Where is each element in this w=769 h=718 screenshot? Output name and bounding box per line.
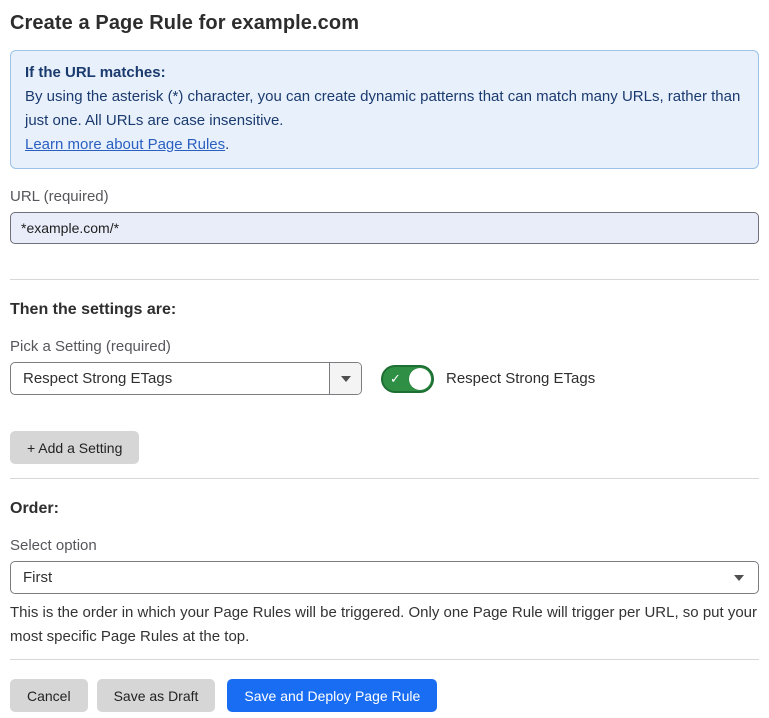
- setting-picker-row: Respect Strong ETags ✓ Respect Strong ET…: [10, 362, 759, 395]
- divider-2: [10, 478, 759, 479]
- order-select-label: Select option: [10, 537, 759, 554]
- save-draft-button[interactable]: Save as Draft: [97, 679, 216, 712]
- order-section-heading: Order:: [10, 500, 759, 518]
- add-setting-button[interactable]: + Add a Setting: [10, 431, 139, 464]
- order-help-text: This is the order in which your Page Rul…: [10, 601, 759, 649]
- url-input[interactable]: [10, 212, 759, 244]
- info-box-link-line: Learn more about Page Rules.: [25, 133, 744, 157]
- settings-section-heading: Then the settings are:: [10, 301, 759, 319]
- toggle-knob: [409, 368, 431, 390]
- divider-1: [10, 279, 759, 280]
- order-select[interactable]: First: [10, 561, 759, 594]
- toggle-label: Respect Strong ETags: [446, 370, 595, 387]
- chevron-down-icon: [341, 376, 351, 382]
- footer-actions: Cancel Save as Draft Save and Deploy Pag…: [10, 679, 759, 712]
- page-title: Create a Page Rule for example.com: [10, 12, 759, 35]
- url-field-label: URL (required): [10, 188, 759, 205]
- info-box-body: By using the asterisk (*) character, you…: [25, 85, 744, 133]
- info-box-heading: If the URL matches:: [25, 61, 744, 85]
- link-period: .: [225, 136, 229, 153]
- learn-more-link[interactable]: Learn more about Page Rules: [25, 136, 225, 153]
- save-deploy-button[interactable]: Save and Deploy Page Rule: [227, 679, 437, 712]
- setting-select-value: Respect Strong ETags: [11, 363, 329, 394]
- order-select-value: First: [11, 569, 734, 586]
- setting-picker-label: Pick a Setting (required): [10, 338, 759, 355]
- cancel-button[interactable]: Cancel: [10, 679, 88, 712]
- setting-select[interactable]: Respect Strong ETags: [10, 362, 362, 395]
- divider-3: [10, 659, 759, 660]
- order-select-arrow: [734, 575, 758, 581]
- url-match-info-box: If the URL matches: By using the asteris…: [10, 50, 759, 169]
- check-icon: ✓: [390, 371, 401, 387]
- page-rule-form: Create a Page Rule for example.com If th…: [0, 0, 769, 712]
- chevron-down-icon: [734, 575, 744, 581]
- setting-select-arrow-button[interactable]: [329, 363, 361, 394]
- respect-strong-etags-toggle[interactable]: ✓: [381, 365, 434, 393]
